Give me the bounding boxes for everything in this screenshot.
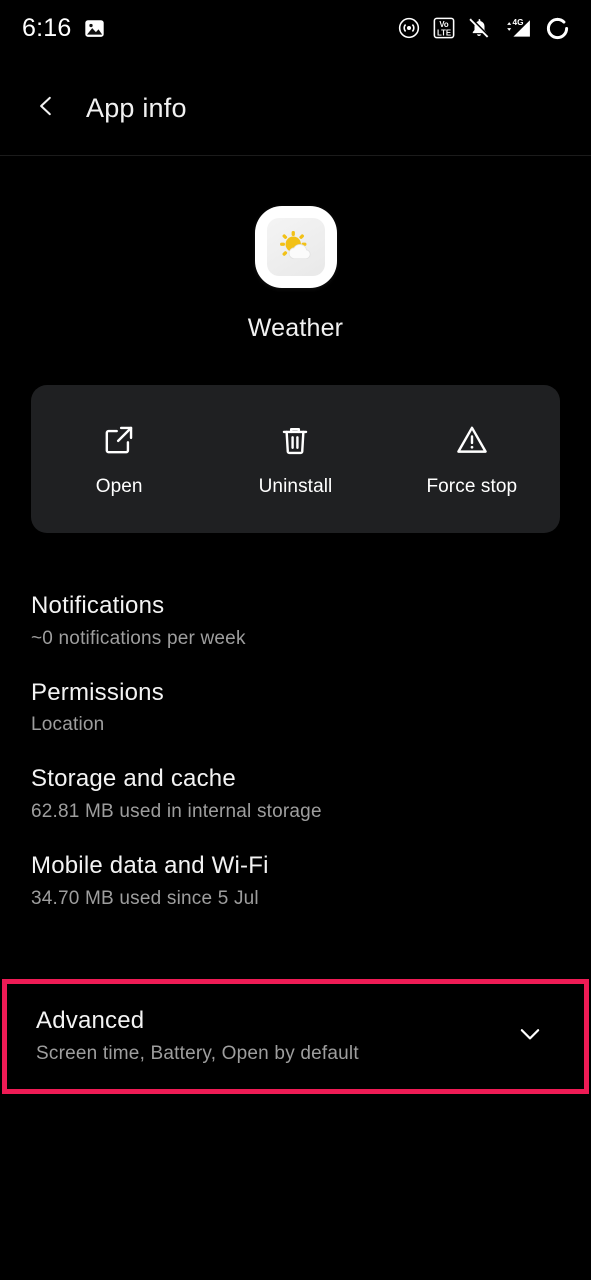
open-button[interactable]: Open	[31, 421, 207, 498]
back-button[interactable]	[26, 88, 66, 128]
settings-row-storage-and-cache[interactable]: Storage and cache 62.81 MB used in inter…	[0, 751, 591, 838]
advanced-title: Advanced	[36, 1007, 145, 1035]
page-header: App info	[0, 72, 591, 144]
header-divider	[0, 155, 591, 156]
page-title: App info	[86, 92, 187, 123]
advanced-expand-button[interactable]	[510, 1017, 550, 1057]
svg-text:4G: 4G	[512, 18, 523, 27]
row-title: Mobile data and Wi-Fi	[31, 851, 269, 879]
force-stop-button-label: Force stop	[426, 475, 518, 497]
advanced-text-block: Advanced Screen time, Battery, Open by d…	[36, 1007, 359, 1066]
row-subtitle: 34.70 MB used since 5 Jul	[31, 887, 259, 909]
status-bar-right: Vo LTE 4G	[398, 17, 569, 40]
row-subtitle: 62.81 MB used in internal storage	[31, 800, 322, 822]
status-bar: 6:16 Vo LTE 4G	[0, 0, 591, 56]
status-bar-left: 6:16	[22, 13, 105, 42]
gallery-icon	[84, 18, 105, 39]
advanced-subtitle: Screen time, Battery, Open by default	[36, 1043, 359, 1064]
settings-row-mobile-data-and-wifi[interactable]: Mobile data and Wi-Fi 34.70 MB used sinc…	[0, 838, 591, 925]
svg-text:LTE: LTE	[437, 28, 451, 37]
weather-app-icon-inner	[266, 218, 325, 276]
uninstall-button[interactable]: Uninstall	[207, 421, 383, 498]
row-title: Permissions	[31, 678, 164, 706]
weather-app-icon	[254, 206, 337, 288]
row-title: Notifications	[31, 592, 165, 619]
trash-icon	[278, 421, 312, 459]
warning-triangle-icon	[455, 421, 489, 459]
app-identity: Weather	[0, 206, 591, 343]
hotspot-icon	[398, 17, 420, 39]
settings-row-permissions[interactable]: Permissions Location	[0, 665, 591, 752]
mobile-signal-4g-icon: 4G	[503, 17, 533, 39]
volte-icon: Vo LTE	[433, 17, 455, 39]
battery-ring-icon	[546, 17, 569, 40]
uninstall-button-label: Uninstall	[258, 475, 333, 497]
app-info-screen: 6:16 Vo LTE 4G App info Weather Open Uni…	[0, 0, 591, 1280]
row-subtitle: Location	[31, 714, 105, 736]
status-bar-clock: 6:16	[22, 13, 72, 42]
force-stop-button[interactable]: Force stop	[384, 421, 560, 498]
row-title: Storage and cache	[31, 765, 236, 793]
settings-row-notifications[interactable]: Notifications ~0 notifications per week	[0, 578, 591, 665]
row-subtitle: ~0 notifications per week	[31, 627, 246, 649]
chevron-down-icon	[515, 1019, 545, 1054]
ringer-muted-icon	[468, 17, 490, 39]
chevron-left-icon	[33, 93, 59, 124]
settings-list: Notifications ~0 notifications per week …	[0, 578, 591, 924]
app-actions-card: Open Uninstall Force stop	[31, 385, 560, 533]
open-button-label: Open	[95, 475, 143, 497]
open-in-new-icon	[102, 421, 136, 459]
settings-row-advanced[interactable]: Advanced Screen time, Battery, Open by d…	[2, 979, 589, 1094]
app-name: Weather	[247, 314, 344, 342]
